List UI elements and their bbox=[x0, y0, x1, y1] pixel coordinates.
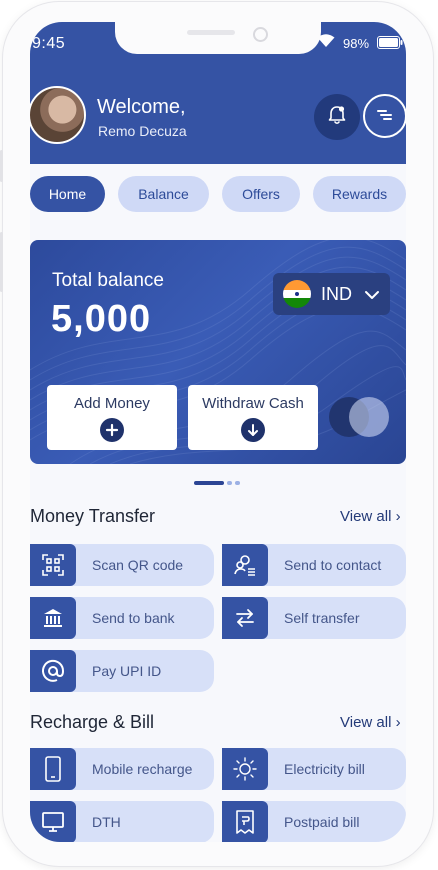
carousel-dot[interactable] bbox=[235, 481, 240, 485]
balance-amount: 5,000 bbox=[51, 298, 152, 340]
self-transfer-label: Self transfer bbox=[284, 610, 360, 626]
at-sign-icon bbox=[30, 650, 76, 692]
app-header: 9:45 98% Welcome, Remo Decuza bbox=[30, 22, 406, 164]
scan-qr-button[interactable]: Scan QR code bbox=[30, 544, 214, 586]
withdraw-cash-label: Withdraw Cash bbox=[202, 395, 304, 412]
status-time: 9:45 bbox=[32, 35, 66, 52]
tab-offers[interactable]: Offers bbox=[222, 176, 300, 212]
dth-label: DTH bbox=[92, 814, 121, 830]
tab-rewards[interactable]: Rewards bbox=[313, 176, 406, 212]
send-to-contact-label: Send to contact bbox=[284, 557, 382, 573]
send-to-bank-label: Send to bank bbox=[92, 610, 175, 626]
carousel-indicator bbox=[194, 481, 254, 487]
add-money-button[interactable]: Add Money bbox=[47, 385, 177, 450]
phone-side-button bbox=[0, 150, 3, 182]
currency-selector[interactable]: IND bbox=[273, 273, 390, 315]
balance-card: Total balance 5,000 IND Add Money Withdr… bbox=[30, 240, 406, 464]
phone-side-button bbox=[0, 232, 3, 292]
transfer-arrows-icon bbox=[222, 597, 268, 639]
sun-icon bbox=[222, 748, 268, 790]
app-screen: 9:45 98% Welcome, Remo Decuza Home Balan… bbox=[30, 22, 406, 842]
tab-bar: Home Balance Offers Rewards bbox=[30, 176, 406, 212]
notifications-button[interactable] bbox=[314, 94, 360, 140]
mobile-recharge-button[interactable]: Mobile recharge bbox=[30, 748, 214, 790]
menu-button[interactable] bbox=[363, 94, 406, 138]
add-money-label: Add Money bbox=[74, 395, 150, 412]
money-transfer-view-all[interactable]: View all › bbox=[340, 508, 401, 525]
withdraw-cash-button[interactable]: Withdraw Cash bbox=[188, 385, 318, 450]
india-flag-icon bbox=[283, 280, 311, 308]
user-name: Remo Decuza bbox=[98, 123, 187, 139]
chevron-right-icon: › bbox=[395, 714, 401, 731]
electricity-bill-button[interactable]: Electricity bill bbox=[222, 748, 406, 790]
battery-icon bbox=[377, 36, 403, 53]
recharge-bill-view-all[interactable]: View all › bbox=[340, 714, 401, 731]
mobile-icon bbox=[30, 748, 76, 790]
bell-icon bbox=[326, 104, 348, 131]
currency-code: IND bbox=[321, 283, 352, 304]
phone-notch bbox=[115, 22, 321, 54]
card-switch-toggle[interactable] bbox=[329, 397, 389, 437]
mobile-recharge-label: Mobile recharge bbox=[92, 761, 193, 777]
postpaid-bill-label: Postpaid bill bbox=[284, 814, 360, 830]
avatar[interactable] bbox=[30, 86, 86, 144]
balance-label: Total balance bbox=[52, 270, 164, 291]
send-to-contact-button[interactable]: Send to contact bbox=[222, 544, 406, 586]
plus-icon bbox=[100, 418, 124, 442]
pay-upi-button[interactable]: Pay UPI ID bbox=[30, 650, 214, 692]
bank-icon bbox=[30, 597, 76, 639]
recharge-bill-title: Recharge & Bill bbox=[30, 712, 155, 732]
bill-icon bbox=[222, 801, 268, 842]
chevron-right-icon: › bbox=[395, 508, 401, 525]
tab-home[interactable]: Home bbox=[30, 176, 105, 212]
battery-percent: 98% bbox=[343, 36, 370, 51]
speaker-grille bbox=[187, 30, 235, 35]
menu-icon bbox=[376, 107, 394, 126]
carousel-dot[interactable] bbox=[227, 481, 232, 485]
money-transfer-title: Money Transfer bbox=[30, 506, 156, 526]
scan-qr-label: Scan QR code bbox=[92, 557, 184, 573]
postpaid-bill-button[interactable]: Postpaid bill bbox=[222, 801, 406, 842]
self-transfer-button[interactable]: Self transfer bbox=[222, 597, 406, 639]
dth-button[interactable]: DTH bbox=[30, 801, 214, 842]
send-to-bank-button[interactable]: Send to bank bbox=[30, 597, 214, 639]
chevron-down-icon bbox=[364, 284, 380, 305]
tv-icon bbox=[30, 801, 76, 842]
arrow-down-icon bbox=[241, 418, 265, 442]
electricity-bill-label: Electricity bill bbox=[284, 761, 365, 777]
qr-code-icon bbox=[30, 544, 76, 586]
pay-upi-label: Pay UPI ID bbox=[92, 663, 162, 679]
contact-icon bbox=[222, 544, 268, 586]
welcome-text: Welcome, bbox=[97, 96, 186, 118]
tab-balance[interactable]: Balance bbox=[118, 176, 209, 212]
camera-icon bbox=[253, 27, 268, 42]
carousel-dot-active[interactable] bbox=[194, 481, 224, 485]
